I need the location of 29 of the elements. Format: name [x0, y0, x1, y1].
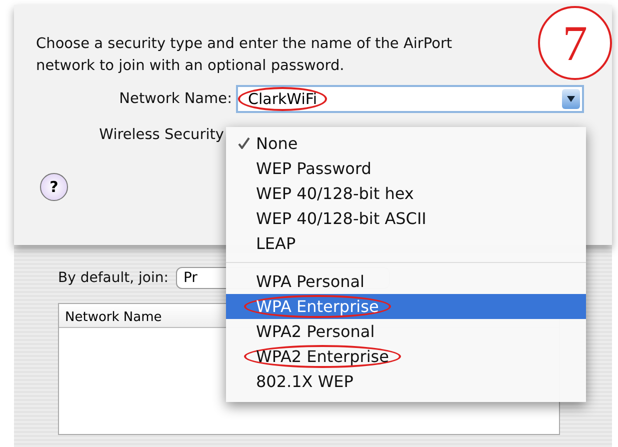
menu-item-label: WPA2 Enterprise	[244, 345, 401, 368]
menu-item-label: WEP 40/128-bit hex	[255, 184, 415, 203]
menu-item[interactable]: WEP 40/128-bit ASCII	[226, 206, 586, 231]
menu-item[interactable]: WEP 40/128-bit hex	[226, 181, 586, 206]
menu-item[interactable]: LEAP	[226, 231, 586, 256]
menu-item-label: WPA Enterprise	[244, 295, 391, 318]
network-name-value: ClarkWiFi	[238, 87, 328, 111]
column-header[interactable]: Network Name	[65, 310, 162, 325]
menu-item[interactable]: WPA Enterprise	[226, 294, 586, 319]
wireless-security-label: Wireless Security	[98, 127, 224, 143]
menu-item-label: WPA Personal	[255, 272, 366, 291]
help-button[interactable]: ?	[40, 173, 68, 201]
menu-item[interactable]: 802.1X WEP	[226, 369, 586, 394]
menu-item[interactable]: WPA2 Enterprise	[226, 344, 586, 369]
network-name-field[interactable]: ClarkWiFi	[236, 85, 584, 113]
dialog-message: Choose a security type and enter the name of the AirPort network to join with an optional password.	[36, 35, 454, 76]
menu-item-label: LEAP	[255, 234, 297, 253]
default-join-label: By default, join:	[58, 270, 168, 286]
network-name-label: Network Name:	[118, 91, 232, 107]
caret-icon[interactable]	[562, 89, 580, 109]
menu-item[interactable]: WEP Password	[226, 156, 586, 181]
menu-item[interactable]: WPA2 Personal	[226, 319, 586, 344]
menu-item[interactable]: WPA Personal	[226, 269, 586, 294]
menu-item-label: WPA2 Personal	[255, 322, 376, 341]
menu-item-label: 802.1X WEP	[255, 372, 354, 391]
menu-item[interactable]: None	[226, 131, 586, 156]
menu-item-label: WEP Password	[255, 159, 372, 178]
menu-item-label: WEP 40/128-bit ASCII	[255, 209, 428, 228]
menu-item-label: None	[255, 134, 299, 153]
